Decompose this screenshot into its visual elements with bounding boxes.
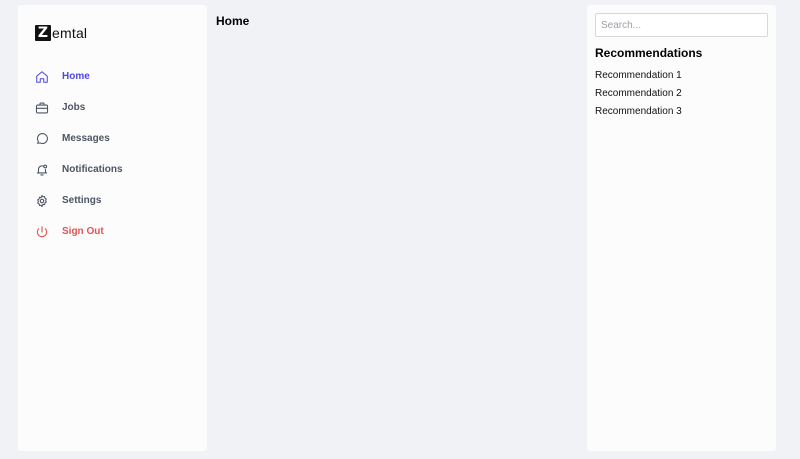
app-window: Z emtal Home Jobs Messages Notifications… [0, 0, 800, 459]
sidebar-item-label: Jobs [62, 102, 86, 113]
logo-mark: Z [35, 24, 51, 41]
page-title: Home [216, 14, 250, 28]
bell-icon [35, 163, 49, 177]
right-panel: Recommendations Recommendation 1 Recomme… [587, 5, 776, 451]
logo-text: emtal [52, 24, 88, 41]
power-icon [35, 225, 49, 239]
sidebar-item-label: Home [62, 71, 90, 82]
sidebar-item-label: Notifications [62, 164, 123, 175]
sidebar-item-messages[interactable]: Messages [35, 123, 195, 154]
sidebar-item-label: Messages [62, 133, 110, 144]
sidebar-nav: Home Jobs Messages Notifications Setting… [35, 61, 195, 247]
recommendation-item[interactable]: Recommendation 3 [595, 106, 682, 124]
home-icon [35, 70, 49, 84]
search-input[interactable] [595, 13, 768, 37]
sidebar-item-jobs[interactable]: Jobs [35, 92, 195, 123]
sidebar-item-home[interactable]: Home [35, 61, 195, 92]
briefcase-icon [35, 101, 49, 115]
recommendations-title: Recommendations [595, 46, 703, 60]
sidebar-item-notifications[interactable]: Notifications [35, 154, 195, 185]
sidebar-item-label: Sign Out [62, 226, 104, 237]
sidebar-item-settings[interactable]: Settings [35, 185, 195, 216]
sidebar-item-label: Settings [62, 195, 102, 206]
brand-logo[interactable]: Z emtal [35, 24, 87, 41]
recommendations-list: Recommendation 1 Recommendation 2 Recomm… [595, 70, 682, 124]
gear-icon [35, 194, 49, 208]
recommendation-item[interactable]: Recommendation 1 [595, 70, 682, 88]
sidebar-item-sign-out[interactable]: Sign Out [35, 216, 195, 247]
recommendation-item[interactable]: Recommendation 2 [595, 88, 682, 106]
chat-bubble-icon [35, 132, 49, 146]
sidebar: Z emtal Home Jobs Messages Notifications… [18, 5, 207, 451]
